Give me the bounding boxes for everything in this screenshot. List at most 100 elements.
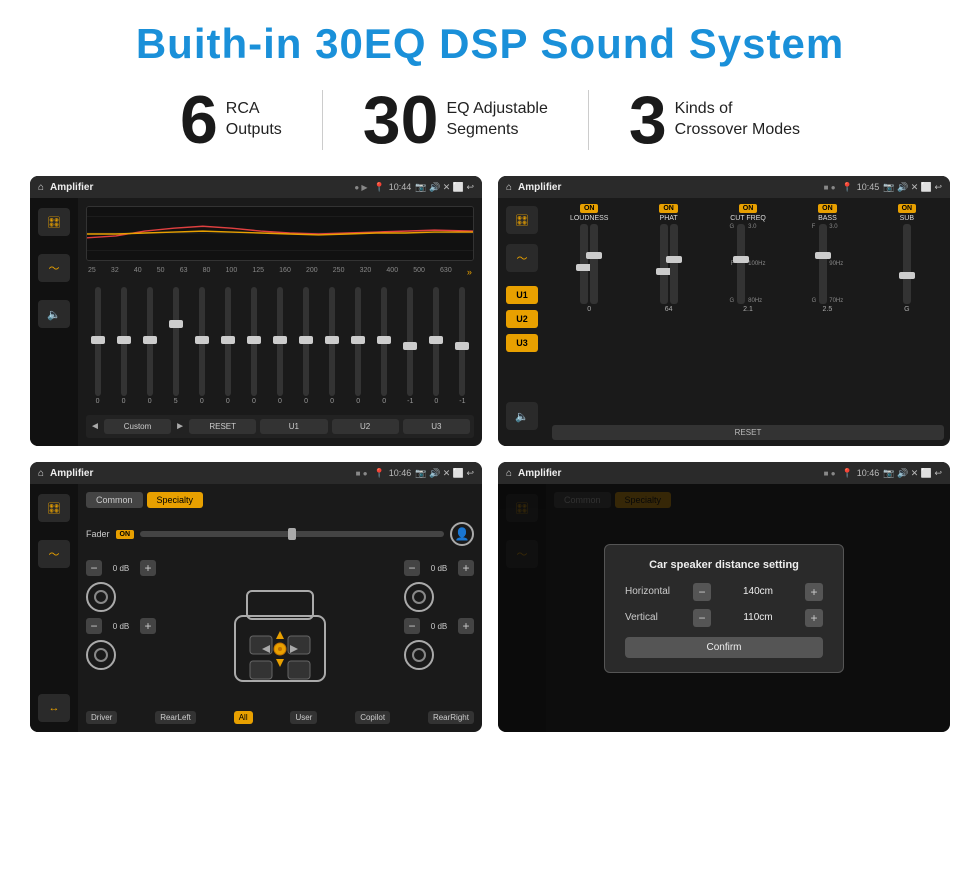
right-top-minus[interactable]: − xyxy=(404,560,420,576)
screen3-specialty-tab[interactable]: Specialty xyxy=(147,492,204,508)
eq-slider-13[interactable]: -1 xyxy=(399,287,422,405)
left-bot-minus[interactable]: − xyxy=(86,618,102,634)
confirm-button[interactable]: Confirm xyxy=(625,637,823,658)
eq-u1-btn[interactable]: U1 xyxy=(260,419,327,434)
eq-slider-8[interactable]: 0 xyxy=(268,287,291,405)
eq-slider-1[interactable]: 0 xyxy=(86,287,109,405)
eq-u3-btn[interactable]: U3 xyxy=(403,419,470,434)
stats-row: 6 RCA Outputs 30 EQ Adjustable Segments … xyxy=(30,86,950,154)
horizontal-value: 140cm xyxy=(719,586,797,597)
copilot-btn[interactable]: Copilot xyxy=(355,711,390,724)
fader-slider[interactable] xyxy=(140,531,444,537)
eq-slider-3[interactable]: 0 xyxy=(138,287,161,405)
wave-icon-btn[interactable]: 〜 xyxy=(38,254,70,282)
right-top-plus[interactable]: + xyxy=(458,560,474,576)
driver-btn[interactable]: Driver xyxy=(86,711,117,724)
stat-eq-text: EQ Adjustable Segments xyxy=(446,99,547,141)
loudness-slider[interactable] xyxy=(580,224,588,304)
eq-slider-15[interactable]: -1 xyxy=(451,287,474,405)
horizontal-row: Horizontal − 140cm + xyxy=(625,583,823,601)
eq-custom-btn[interactable]: Custom xyxy=(104,419,171,434)
eq-slider-14[interactable]: 0 xyxy=(425,287,448,405)
screen1-body: 🎛 〜 🔈 xyxy=(30,198,482,446)
user-btn[interactable]: User xyxy=(290,711,317,724)
channel-sub: ON SUB G xyxy=(870,204,944,421)
vertical-plus[interactable]: + xyxy=(805,609,823,627)
horizontal-plus[interactable]: + xyxy=(805,583,823,601)
page-title: Buith-in 30EQ DSP Sound System xyxy=(30,20,950,68)
eq-u2-btn[interactable]: U2 xyxy=(332,419,399,434)
sub-slider[interactable] xyxy=(903,224,911,304)
channel-loudness: ON LOUDNESS 0 xyxy=(552,204,626,421)
eq-slider-10[interactable]: 0 xyxy=(321,287,344,405)
screen2-eq-icon[interactable]: 🎛 xyxy=(506,206,538,234)
screen2-topbar: ⌂ Amplifier ■ ● 📍 10:45 📷 🔊 ✕ ⬜ ↩ xyxy=(498,176,950,198)
cutfreq-on-badge[interactable]: ON xyxy=(739,204,758,213)
left-top-minus[interactable]: − xyxy=(86,560,102,576)
loudness-on-badge[interactable]: ON xyxy=(580,204,599,213)
speaker-right-top xyxy=(404,582,434,612)
speaker-left-top xyxy=(86,582,116,612)
screen4-distance: ⌂ Amplifier ■ ● 📍 10:46 📷 🔊 ✕ ⬜ ↩ 🎛 〜 xyxy=(498,462,950,732)
screen3-title: Amplifier xyxy=(50,468,350,479)
screen3-common-tab[interactable]: Common xyxy=(86,492,143,508)
phat-slider[interactable] xyxy=(660,224,668,304)
right-bot-plus[interactable]: + xyxy=(458,618,474,634)
screen3-topbar: ⌂ Amplifier ■ ● 📍 10:46 📷 🔊 ✕ ⬜ ↩ xyxy=(30,462,482,484)
stat-crossover-number: 3 xyxy=(629,86,667,154)
screen2-u1-btn[interactable]: U1 xyxy=(506,286,538,304)
rearright-btn[interactable]: RearRight xyxy=(428,711,474,724)
speaker-icon-btn[interactable]: 🔈 xyxy=(38,300,70,328)
eq-prev-btn[interactable]: ◄ xyxy=(90,421,100,432)
eq-slider-11[interactable]: 0 xyxy=(347,287,370,405)
eq-slider-7[interactable]: 0 xyxy=(242,287,265,405)
eq-next-btn[interactable]: ► xyxy=(175,421,185,432)
speaker-left-bottom xyxy=(86,640,116,670)
horizontal-minus[interactable]: − xyxy=(693,583,711,601)
screen3-fader: ⌂ Amplifier ■ ● 📍 10:46 📷 🔊 ✕ ⬜ ↩ 🎛 〜 ↔ xyxy=(30,462,482,732)
eq-reset-btn[interactable]: RESET xyxy=(189,419,256,434)
all-btn[interactable]: All xyxy=(234,711,253,724)
sub-on-badge[interactable]: ON xyxy=(898,204,917,213)
left-bot-plus[interactable]: + xyxy=(140,618,156,634)
rearleft-btn[interactable]: RearLeft xyxy=(155,711,196,724)
eq-slider-2[interactable]: 0 xyxy=(112,287,135,405)
phat-on-badge[interactable]: ON xyxy=(659,204,678,213)
eq-graph xyxy=(86,206,474,261)
eq-slider-9[interactable]: 0 xyxy=(295,287,318,405)
left-top-plus[interactable]: + xyxy=(140,560,156,576)
bass-slider[interactable] xyxy=(819,224,827,304)
screen2-title: Amplifier xyxy=(518,182,818,193)
screen2-u2-btn[interactable]: U2 xyxy=(506,310,538,328)
eq-slider-5[interactable]: 0 xyxy=(190,287,213,405)
fader-label: Fader xyxy=(86,529,110,539)
right-vol-top: − 0 dB + xyxy=(404,560,474,576)
screen3-eq-icon[interactable]: 🎛 xyxy=(38,494,70,522)
screen2-time: 10:45 xyxy=(857,182,880,192)
bass-on-badge[interactable]: ON xyxy=(818,204,837,213)
eq-slider-6[interactable]: 0 xyxy=(216,287,239,405)
screen2-reset-btn[interactable]: RESET xyxy=(552,425,944,440)
stat-eq: 30 EQ Adjustable Segments xyxy=(323,86,588,154)
screen2-speaker-icon[interactable]: 🔈 xyxy=(506,402,538,430)
screen2-sidebar: 🎛 〜 U1 U2 U3 🔈 xyxy=(498,198,546,446)
screen2-u3-btn[interactable]: U3 xyxy=(506,334,538,352)
fader-on-badge[interactable]: ON xyxy=(116,530,135,539)
eq-icon-btn[interactable]: 🎛 xyxy=(38,208,70,236)
eq-slider-12[interactable]: 0 xyxy=(373,287,396,405)
eq-slider-4[interactable]: 5 xyxy=(164,287,187,405)
left-vol-controls: − 0 dB + − 0 dB + xyxy=(86,560,156,701)
screen4-topbar: ⌂ Amplifier ■ ● 📍 10:46 📷 🔊 ✕ ⬜ ↩ xyxy=(498,462,950,484)
screen2-wave-icon[interactable]: 〜 xyxy=(506,244,538,272)
dialog-title: Car speaker distance setting xyxy=(625,559,823,571)
eq-freq-labels: 25 32 40 50 63 80 100 125 160 200 250 32… xyxy=(86,267,474,277)
screen3-wave-icon[interactable]: 〜 xyxy=(38,540,70,568)
phat-slider2[interactable] xyxy=(670,224,678,304)
cutfreq-slider[interactable] xyxy=(737,224,745,304)
right-bot-minus[interactable]: − xyxy=(404,618,420,634)
vertical-minus[interactable]: − xyxy=(693,609,711,627)
screen3-arrows-icon[interactable]: ↔ xyxy=(38,694,70,722)
loudness-slider2[interactable] xyxy=(590,224,598,304)
person-icon: 👤 xyxy=(450,522,474,546)
speaker-right-bottom xyxy=(404,640,434,670)
